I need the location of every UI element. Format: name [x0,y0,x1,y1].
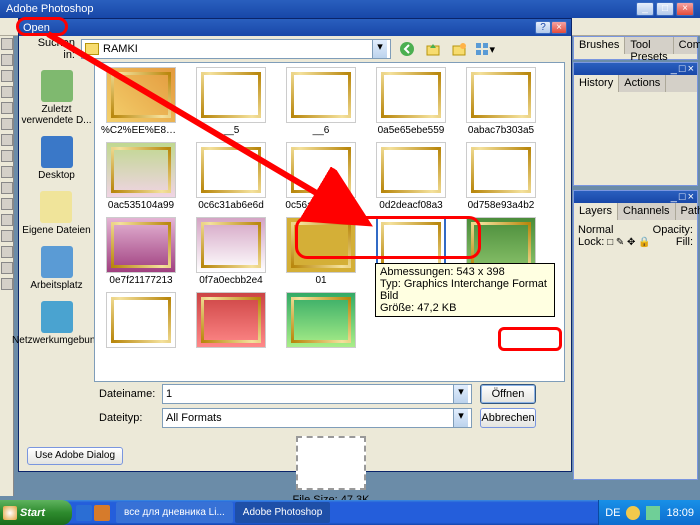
minimize-button[interactable]: _ [636,2,654,16]
file-thumb[interactable]: 0c56ad262a18c [279,142,363,211]
file-list[interactable]: %C2%EE%E8%ED%...__5__60a5e65ebe5590abac7… [94,62,565,382]
tray-icon[interactable] [646,506,660,520]
dialog-close-button[interactable]: × [551,21,567,34]
file-thumb[interactable]: __6 [279,67,363,136]
dialog-titlebar: Open ? × [19,19,571,36]
file-tooltip: Abmessungen: 543 x 398 Typ: Graphics Int… [375,263,555,317]
file-thumb[interactable] [189,292,273,350]
dialog-title: Open [23,22,50,34]
file-thumb[interactable]: 0a5e65ebe559 [369,67,453,136]
use-adobe-dialog-button[interactable]: Use Adobe Dialog [27,447,123,465]
taskbar: Start все для дневника Li...Adobe Photos… [0,500,700,525]
lang-indicator[interactable]: DE [605,507,620,519]
places-item[interactable]: Desktop [38,136,75,181]
ps-titlebar: Adobe Photoshop _ □ × [0,0,700,18]
file-thumb[interactable]: 01 [279,217,363,286]
folder-icon [85,43,99,55]
open-dialog: Open ? × Suchen in: RAMKI ▾ ▾ Zuletzt ve… [18,18,572,472]
file-thumb[interactable]: 0d2deacf08a3 [369,142,453,211]
panel-brushes[interactable]: BrushesTool PresetsComps [573,36,698,60]
file-thumb[interactable]: 0c6c31ab6e6d [189,142,273,211]
places-item[interactable]: Arbeitsplatz [30,246,82,291]
quick-launch[interactable] [72,505,114,521]
file-thumb[interactable]: 0ac535104a99 [99,142,183,211]
filename-field[interactable]: 1▾ [162,384,472,404]
chevron-down-icon[interactable]: ▾ [453,409,468,427]
start-button[interactable]: Start [0,500,72,525]
back-icon[interactable] [397,39,417,59]
system-tray[interactable]: DE 18:09 [598,500,700,525]
places-item[interactable]: Eigene Dateien [22,191,90,236]
maximize-button[interactable]: □ [656,2,674,16]
preview-thumbnail [296,436,366,490]
taskbar-item[interactable]: Adobe Photoshop [235,502,331,523]
up-icon[interactable] [423,39,443,59]
file-thumb[interactable] [279,292,363,350]
new-folder-icon[interactable] [449,39,469,59]
lookin-label: Suchen in: [25,37,75,61]
file-thumb[interactable] [99,292,183,350]
tray-icon[interactable] [626,506,640,520]
panel-history[interactable]: _□× HistoryActions [573,62,698,186]
filetype-field[interactable]: All Formats▾ [162,408,472,428]
lookin-dropdown[interactable]: RAMKI ▾ [81,39,391,59]
open-button[interactable]: Öffnen [480,384,536,404]
show-desktop-icon[interactable] [76,505,92,521]
file-thumb[interactable]: 0e7f21177213 [99,217,183,286]
firefox-icon[interactable] [94,505,110,521]
file-thumb[interactable]: 0f7a0ecbb2e4 [189,217,273,286]
chevron-down-icon[interactable]: ▾ [372,40,387,58]
file-thumb[interactable]: %C2%EE%E8%ED%... [99,67,183,136]
close-button[interactable]: × [676,2,694,16]
filename-label: Dateiname: [99,388,154,400]
help-button[interactable]: ? [535,21,551,34]
app-title: Adobe Photoshop [6,3,93,15]
ps-toolbox[interactable] [0,36,14,496]
panel-layers[interactable]: _□× LayersChannelsPaths Normal Opacity: … [573,190,698,480]
filetype-label: Dateityp: [99,412,154,424]
views-icon[interactable]: ▾ [475,39,495,59]
file-thumb[interactable]: __5 [189,67,273,136]
places-bar: Zuletzt verwendete D... Desktop Eigene Dat… [19,62,94,382]
chevron-down-icon[interactable]: ▾ [453,385,468,403]
places-item[interactable]: Zuletzt verwendete D... [21,70,92,126]
places-item[interactable]: Netzwerkumgebung [12,301,101,346]
file-thumb[interactable]: 0abac7b303a5 [459,67,543,136]
taskbar-item[interactable]: все для дневника Li... [116,502,233,523]
clock[interactable]: 18:09 [666,507,694,519]
cancel-button[interactable]: Abbrechen [480,408,536,428]
file-thumb[interactable]: 0d758e93a4b2 [459,142,543,211]
